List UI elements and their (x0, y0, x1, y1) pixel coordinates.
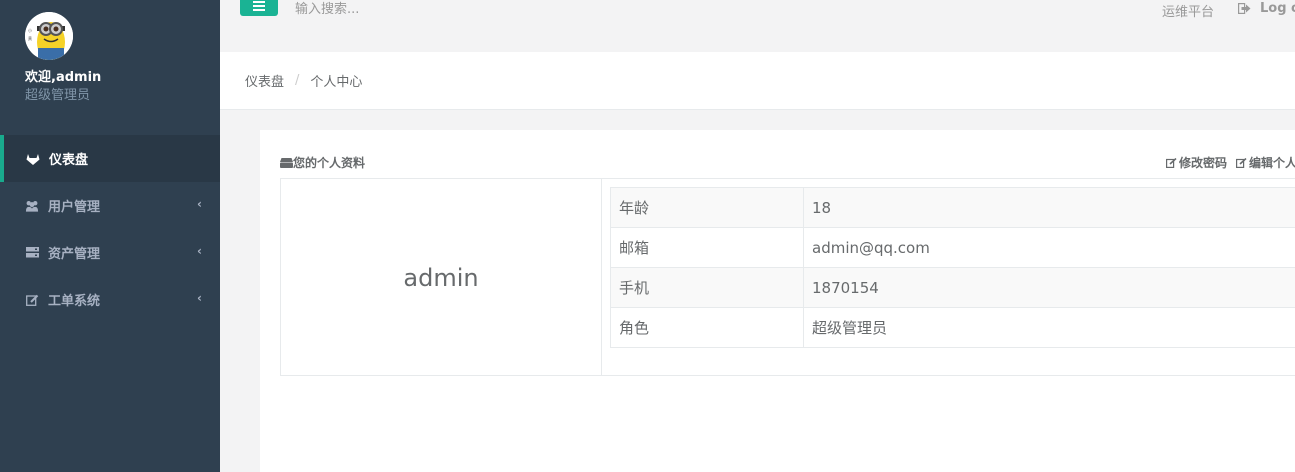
breadcrumb-current: 个人中心 (310, 75, 363, 90)
profile-panel: 您的个人资料 修改密码 编辑个人 admin 年龄 18 邮箱 admin@qq… (260, 130, 1295, 472)
sidebar-profile: 小 黄 欢迎,admin 超级管理员 (0, 0, 220, 135)
field-value: 超级管理员 (803, 307, 1295, 348)
breadcrumb-home[interactable]: 仪表盘 (245, 71, 284, 90)
table-row: 角色 超级管理员 (610, 307, 1295, 348)
sidebar-item-dashboard[interactable]: 仪表盘 (0, 135, 220, 182)
sidebar-item-assets[interactable]: 资产管理 ‹ (0, 229, 220, 276)
edit-profile-label: 编辑个人 (1249, 156, 1295, 170)
table-row: 邮箱 admin@qq.com (610, 227, 1295, 268)
chevron-left-icon: ‹ (197, 197, 202, 211)
table-row: 年龄 18 (610, 187, 1295, 228)
profile-info-table: 年龄 18 邮箱 admin@qq.com 手机 1870154 角色 超级管理… (610, 187, 1295, 348)
hamburger-icon (253, 1, 265, 11)
field-label: 角色 (610, 307, 804, 348)
field-value: admin@qq.com (803, 227, 1295, 268)
sidebar-item-label: 仪表盘 (49, 153, 89, 168)
drive-icon (280, 157, 293, 168)
gitlab-icon (26, 152, 40, 166)
edit-icon (1166, 157, 1177, 168)
chevron-left-icon: ‹ (197, 244, 202, 258)
field-label: 手机 (610, 267, 804, 308)
change-password-link[interactable]: 修改密码 (1166, 154, 1227, 171)
logout-link[interactable]: Log out (1238, 1, 1295, 16)
field-value: 18 (803, 187, 1295, 228)
panel-title: 您的个人资料 (280, 154, 365, 171)
sidebar-nav: 仪表盘 用户管理 ‹ 资产管理 ‹ 工单系统 ‹ (0, 135, 220, 323)
sidebar-item-label: 工单系统 (48, 294, 101, 309)
profile-frame: admin 年龄 18 邮箱 admin@qq.com 手机 1870154 角… (280, 178, 1295, 376)
top-navbar: 运维平台 Log out (220, 0, 1295, 53)
panel-actions: 修改密码 编辑个人 (1166, 154, 1295, 171)
field-value: 1870154 (803, 267, 1295, 308)
breadcrumb-separator: / (295, 73, 300, 88)
field-label: 邮箱 (610, 227, 804, 268)
svg-text:小: 小 (28, 27, 32, 33)
edit-icon (25, 293, 39, 307)
logout-label: Log out (1260, 1, 1295, 16)
welcome-text: 欢迎,admin (25, 70, 102, 85)
profile-username: admin (281, 179, 602, 376)
avatar[interactable]: 小 黄 (25, 12, 73, 60)
menu-toggle-button[interactable] (240, 0, 278, 16)
change-password-label: 修改密码 (1179, 156, 1228, 170)
search-input[interactable] (295, 0, 695, 18)
user-role: 超级管理员 (25, 88, 91, 103)
sign-out-icon (1238, 3, 1251, 14)
users-icon (25, 199, 39, 213)
sidebar-item-label: 资产管理 (48, 247, 101, 262)
sidebar: 小 黄 欢迎,admin 超级管理员 仪表盘 用户管理 ‹ 资产管理 ‹ 工单系… (0, 0, 220, 472)
edit-icon (1236, 157, 1247, 168)
sidebar-item-users[interactable]: 用户管理 ‹ (0, 182, 220, 229)
platform-link[interactable]: 运维平台 (1162, 1, 1214, 20)
edit-profile-link[interactable]: 编辑个人 (1236, 154, 1295, 171)
panel-title-text: 您的个人资料 (293, 156, 366, 170)
sidebar-item-label: 用户管理 (48, 200, 101, 215)
server-icon (25, 246, 39, 260)
chevron-left-icon: ‹ (197, 291, 202, 305)
breadcrumb: 仪表盘 / 个人中心 (220, 52, 1295, 110)
svg-text:黄: 黄 (28, 35, 32, 41)
table-row: 手机 1870154 (610, 267, 1295, 308)
field-label: 年龄 (610, 187, 804, 228)
sidebar-item-tickets[interactable]: 工单系统 ‹ (0, 276, 220, 323)
